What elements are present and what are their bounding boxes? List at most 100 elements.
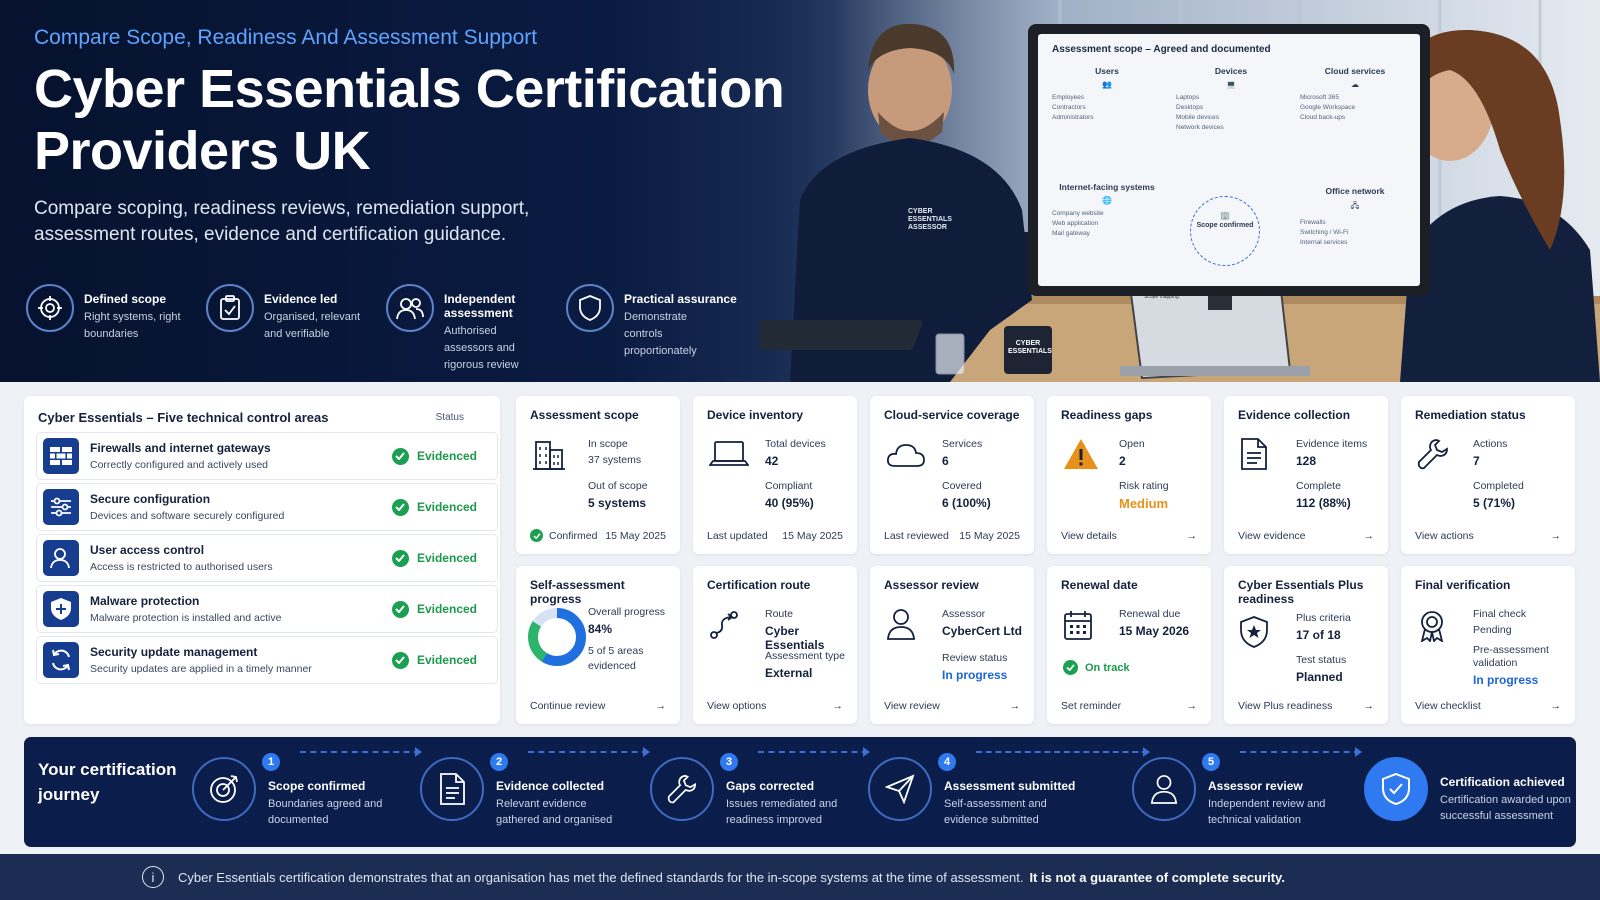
card-remediation-status[interactable]: Remediation status Actions 7 Completed 5 (… [1401, 396, 1575, 554]
list-item: Cloud back-ups [1300, 114, 1346, 121]
check-icon [391, 600, 409, 618]
arrow-right-icon[interactable]: → [1551, 700, 1562, 712]
control-row-secure-configuration[interactable]: Secure configuration Devices and software… [36, 483, 498, 531]
scope-cloud: Cloud services ☁ Microsoft 365 Google Wor… [1300, 66, 1410, 123]
card-final-verification[interactable]: Final verification Final check Pending Pre… [1401, 566, 1575, 724]
view-checklist-link[interactable]: View checklist [1415, 700, 1481, 712]
status-text: Evidenced [416, 602, 477, 616]
card-renewal-date[interactable]: Renewal date Renewal due 15 May 2026 On t… [1047, 566, 1211, 724]
view-details-link[interactable]: View details [1061, 530, 1117, 542]
card-evidence-collection[interactable]: Evidence collection Evidence items 128 Co… [1224, 396, 1388, 554]
view-options-link[interactable]: View options [707, 700, 766, 712]
control-row-user-access[interactable]: User access control Access is restricted … [36, 534, 498, 582]
completed-label: Completed [1473, 480, 1524, 492]
card-title: Device inventory [707, 408, 804, 422]
journey-arrow [300, 747, 422, 757]
arrow-right-icon[interactable]: → [1364, 530, 1375, 542]
actions-label: Actions [1473, 438, 1508, 450]
risk-rating-label: Risk rating [1119, 480, 1169, 492]
list-item: Firewalls [1300, 219, 1326, 226]
control-desc: Devices and software securely configured [90, 510, 285, 522]
hero-banner: CYBER ESSENTIALS ASSESSOR CYBER ESSENTIA… [0, 0, 1600, 382]
feature-evidence-led: Evidence led Organised, relevant and veri… [206, 284, 382, 374]
disclaimer-footer: i Cyber Essentials certification demonst… [0, 854, 1600, 900]
star-shield-icon [1240, 616, 1268, 653]
shield-icon [43, 591, 79, 627]
shield-icon [566, 284, 614, 332]
globe-icon: 🌐 [1102, 196, 1112, 205]
arrow-right-icon[interactable]: → [833, 700, 844, 712]
assessment-type-label: Assessment type [765, 650, 845, 662]
covered-value: 6 (100%) [942, 496, 991, 510]
step-title: Certification achieved [1440, 775, 1565, 789]
wrench-icon [1417, 438, 1449, 475]
open-gaps-label: Open [1119, 438, 1145, 450]
feature-practical-assurance: Practical assurance Demonstrate controls … [566, 284, 742, 374]
arrow-right-icon[interactable]: → [1187, 700, 1198, 712]
list-item: Laptops [1176, 94, 1200, 101]
assessor-label: Assessor [942, 608, 986, 620]
scope-users: Users 👥 Employees Contractors Administrato… [1052, 66, 1162, 123]
control-row-firewalls[interactable]: Firewalls and internet gateways Correctly… [36, 432, 498, 480]
scope-confirmed-badge: 🏢 Scope confirmed [1190, 196, 1260, 266]
card-certification-route[interactable]: Certification route Route Cyber Essential… [693, 566, 857, 724]
list-item: Web application [1052, 220, 1099, 227]
feature-list: Defined scope Right systems, right bounda… [26, 284, 746, 374]
card-cloud-coverage[interactable]: Cloud-service coverage Services 6 Covered… [870, 396, 1034, 554]
status-badge: Evidenced [391, 600, 477, 618]
warning-icon [1063, 438, 1099, 475]
page-title-line-2: Providers UK [34, 121, 371, 181]
control-name: Secure configuration [90, 492, 211, 506]
step-title: Assessment submitted [944, 779, 1076, 793]
control-name: Firewalls and internet gateways [90, 441, 271, 455]
card-assessment-scope[interactable]: Assessment scope In scope 37 systems Out … [516, 396, 680, 554]
card-footer-label: Confirmed [549, 529, 598, 542]
step-title: Scope confirmed [268, 779, 366, 793]
step-desc: Self-assessment and evidence submitted [944, 798, 1047, 826]
list-item: Switching / Wi-Fi [1300, 229, 1349, 236]
view-plus-readiness-link[interactable]: View Plus readiness [1238, 700, 1332, 712]
disclaimer-text: Cyber Essentials certification demonstra… [178, 869, 1024, 885]
arrow-right-icon[interactable]: → [1187, 530, 1198, 542]
route-label: Route [765, 608, 794, 620]
card-plus-readiness[interactable]: Cyber Essentials Plus readiness Plus cri… [1224, 566, 1388, 724]
view-actions-link[interactable]: View actions [1415, 530, 1474, 542]
wrench-icon [650, 757, 714, 821]
arrow-right-icon[interactable]: → [656, 700, 667, 712]
monitor: Assessment scope – Agreed and documented… [1028, 24, 1430, 296]
card-title: Final verification [1415, 578, 1511, 592]
calendar-icon [1063, 610, 1093, 645]
view-review-link[interactable]: View review [884, 700, 940, 712]
control-row-security-updates[interactable]: Security update management Security updat… [36, 636, 498, 684]
page-title: Cyber Essentials Certification Providers… [34, 58, 794, 182]
continue-review-link[interactable]: Continue review [530, 700, 605, 712]
devices-icon: 💻 [1226, 80, 1236, 89]
list-item: Mail gateway [1052, 230, 1090, 237]
send-icon [868, 757, 932, 821]
feature-defined-scope: Defined scope Right systems, right bounda… [26, 284, 202, 374]
card-readiness-gaps[interactable]: Readiness gaps Open 2 Risk rating Medium V… [1047, 396, 1211, 554]
card-assessor-review[interactable]: Assessor review Assessor CyberCert Ltd Re… [870, 566, 1034, 724]
arrow-right-icon[interactable]: → [1551, 530, 1562, 542]
arrow-right-icon[interactable]: → [1364, 700, 1375, 712]
step-desc: Independent review and technical validat… [1208, 798, 1326, 826]
evidence-items-label: Evidence items [1296, 438, 1368, 450]
building-icon: 🏢 [1220, 211, 1230, 220]
card-self-assessment-progress[interactable]: Self-assessment progress Overall progres… [516, 566, 680, 724]
control-row-malware-protection[interactable]: Malware protection Malware protection is … [36, 585, 498, 633]
arrow-right-icon[interactable]: → [1010, 700, 1021, 712]
card-device-inventory[interactable]: Device inventory Total devices 42 Complia… [693, 396, 857, 554]
hero-subtitle: Compare scoping, readiness reviews, reme… [34, 198, 530, 245]
status-text: Evidenced [416, 500, 477, 514]
view-evidence-link[interactable]: View evidence [1238, 530, 1306, 542]
card-title: Assessment scope [530, 408, 639, 422]
assessor-value: CyberCert Ltd [942, 624, 1023, 638]
actions-value: 7 [1473, 454, 1480, 468]
set-reminder-link[interactable]: Set reminder [1061, 700, 1121, 712]
check-icon [1063, 660, 1078, 675]
control-desc: Malware protection is installed and acti… [90, 612, 282, 624]
renewal-due-label: Renewal due [1119, 608, 1181, 620]
card-footer-date: 15 May 2025 [782, 530, 843, 542]
journey-step-3: 3 Gaps corrected Issues remediated and re… [650, 753, 861, 828]
journey-arrow [528, 747, 650, 757]
